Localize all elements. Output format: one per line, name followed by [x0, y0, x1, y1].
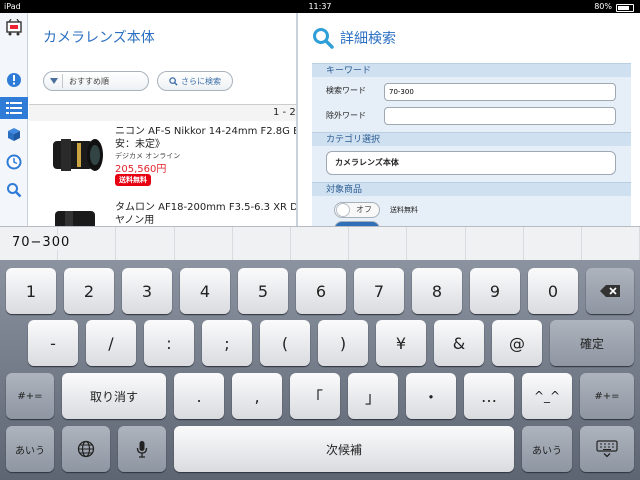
- keyboard-dismiss-icon: [596, 440, 618, 458]
- category-select[interactable]: カメラレンズ本体: [326, 151, 616, 175]
- key-open-bracket[interactable]: 「: [290, 373, 340, 419]
- list-icon[interactable]: [0, 97, 28, 119]
- detail-title-text: 詳細検索: [340, 31, 396, 47]
- page-title: カメラレンズ本体: [43, 30, 155, 46]
- key-3[interactable]: 3: [122, 268, 172, 314]
- key-4[interactable]: 4: [180, 268, 230, 314]
- target-section-header: 対象商品: [312, 182, 631, 196]
- item-name-cont: 安：未定》: [115, 139, 165, 150]
- key-7[interactable]: 7: [354, 268, 404, 314]
- list-item[interactable]: タムロン AF18-200mm F3.5-6.3 XR Di ヤノン用: [29, 201, 301, 226]
- key-2[interactable]: 2: [64, 268, 114, 314]
- key-comma[interactable]: ,: [232, 373, 282, 419]
- exclude-input[interactable]: [384, 107, 616, 125]
- keyboard: 1 2 3 4 5 6 7 8 9 0 - / : ; ( ) ¥ & @ 確定…: [0, 260, 640, 480]
- exclude-label: 除外ワード: [326, 111, 366, 120]
- key-emoticon[interactable]: ^_^: [522, 373, 572, 419]
- key-1[interactable]: 1: [6, 268, 56, 314]
- key-at[interactable]: @: [492, 320, 542, 366]
- backspace-icon: [600, 285, 620, 297]
- toggle-state: オフ: [356, 205, 372, 214]
- key-semicolon[interactable]: ;: [202, 320, 252, 366]
- result-range: 1 - 20: [29, 105, 296, 121]
- key-0[interactable]: 0: [528, 268, 578, 314]
- category-box-icon[interactable]: [3, 123, 25, 145]
- more-search-button[interactable]: さらに検索: [157, 71, 233, 91]
- list-item[interactable]: ニコン AF-S Nikkor 14-24mm F2.8G E 安：未定》 デジ…: [29, 121, 300, 201]
- item-price: 205,560円: [115, 164, 167, 175]
- backspace-key[interactable]: [586, 268, 634, 314]
- app-window: カメラレンズ本体 おすすめ順 さらに検索 1 - 20 ニコン AF-S Nik…: [0, 13, 640, 226]
- keyword-label: 検索ワード: [326, 86, 366, 95]
- key-close-paren[interactable]: ): [318, 320, 368, 366]
- status-bar: iPad 11:37 80%: [0, 0, 640, 13]
- sort-label: おすすめ順: [69, 76, 109, 86]
- key-ellipsis[interactable]: …: [464, 373, 514, 419]
- kana-key-left[interactable]: あいう: [6, 426, 54, 472]
- item-name-cont: ヤノン用: [115, 215, 155, 226]
- candidate-bar: 70−300: [0, 226, 640, 261]
- undo-key[interactable]: 取り消す: [62, 373, 166, 419]
- key-colon[interactable]: :: [144, 320, 194, 366]
- candidate-text[interactable]: 70−300: [12, 235, 75, 250]
- free-shipping-label: 送料無料: [390, 206, 418, 214]
- info-icon[interactable]: [3, 69, 25, 91]
- left-nav: [0, 13, 28, 226]
- clock: 11:37: [308, 2, 332, 11]
- key-8[interactable]: 8: [412, 268, 462, 314]
- lens-image: [53, 139, 103, 171]
- key-5[interactable]: 5: [238, 268, 288, 314]
- free-shipping-badge: 送料無料: [115, 174, 151, 186]
- free-shipping-toggle[interactable]: オフ: [334, 202, 380, 218]
- search-icon: [313, 28, 334, 49]
- battery-icon: [616, 3, 634, 12]
- key-open-paren[interactable]: (: [260, 320, 310, 366]
- symbols-key-left[interactable]: #+=: [6, 373, 54, 419]
- cart-icon[interactable]: [3, 17, 25, 39]
- item-name: ニコン AF-S Nikkor 14-24mm F2.8G E: [115, 126, 300, 137]
- key-close-bracket[interactable]: 」: [348, 373, 398, 419]
- history-clock-icon[interactable]: [3, 151, 25, 173]
- item-name: タムロン AF18-200mm F3.5-6.3 XR Di: [115, 202, 301, 213]
- results-list-pane: カメラレンズ本体 おすすめ順 さらに検索 1 - 20 ニコン AF-S Nik…: [29, 13, 301, 226]
- chevron-down-icon: [50, 78, 58, 84]
- globe-icon: [77, 440, 95, 458]
- sort-dropdown[interactable]: おすすめ順: [43, 71, 149, 91]
- keyword-section-header: キーワード: [312, 63, 631, 77]
- battery-percent: 80%: [594, 2, 612, 11]
- advanced-search-pane: 詳細検索 キーワード 検索ワード 70-300 除外ワード カテゴリ選択 カメラ…: [296, 13, 640, 226]
- key-6[interactable]: 6: [296, 268, 346, 314]
- key-hyphen[interactable]: -: [28, 320, 78, 366]
- kana-key-right[interactable]: あいう: [522, 426, 572, 472]
- search-icon: [169, 76, 178, 86]
- search-icon[interactable]: [3, 179, 25, 201]
- key-middle-dot[interactable]: ・: [406, 373, 456, 419]
- key-slash[interactable]: /: [86, 320, 136, 366]
- lens-image: [55, 211, 95, 226]
- symbols-key-right[interactable]: #+=: [580, 373, 634, 419]
- dismiss-keyboard-key[interactable]: [580, 426, 634, 472]
- keyword-input[interactable]: 70-300: [384, 83, 616, 101]
- key-period[interactable]: .: [174, 373, 224, 419]
- key-yen[interactable]: ¥: [376, 320, 426, 366]
- confirm-key[interactable]: 確定: [550, 320, 634, 366]
- globe-key[interactable]: [62, 426, 110, 472]
- detail-title: 詳細検索: [312, 27, 396, 49]
- more-search-label: さらに検索: [181, 76, 221, 86]
- category-section-header: カテゴリ選択: [312, 132, 631, 146]
- next-candidate-key[interactable]: 次候補: [174, 426, 514, 472]
- key-9[interactable]: 9: [470, 268, 520, 314]
- key-ampersand[interactable]: &: [434, 320, 484, 366]
- battery-area: 80%: [594, 0, 634, 13]
- dictation-key[interactable]: [118, 426, 166, 472]
- microphone-icon: [136, 441, 148, 458]
